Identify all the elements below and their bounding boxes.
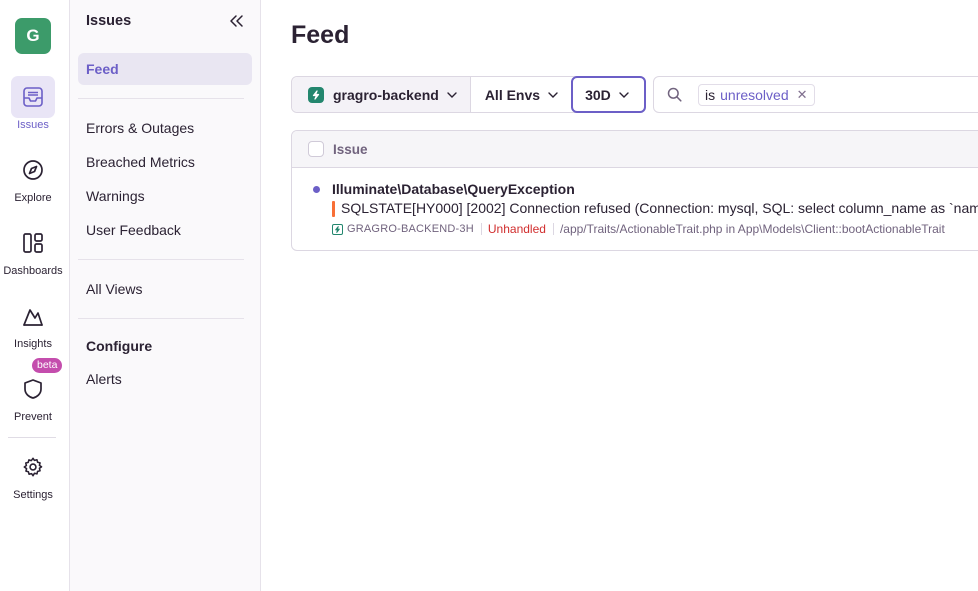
- rail-item-settings[interactable]: Settings: [0, 446, 66, 501]
- search-token[interactable]: is unresolved ✕: [698, 83, 815, 106]
- page-title: Feed: [291, 21, 350, 49]
- unhandled-badge: Unhandled: [487, 222, 546, 236]
- search-token-value[interactable]: unresolved: [720, 87, 789, 103]
- issue-culprit: /app/Traits/ActionableTrait.php in App\M…: [559, 222, 945, 236]
- issues-list-header: Issue: [292, 131, 978, 168]
- issues-sidebar: Issues Feed Errors & Outages Breached Me…: [70, 0, 261, 591]
- gear-icon: [11, 446, 55, 488]
- issue-level-indicator: [332, 201, 335, 217]
- date-range-selector[interactable]: 30D: [571, 76, 646, 113]
- project-selector[interactable]: gragro-backend: [292, 77, 471, 112]
- dashboard-icon: [11, 222, 55, 264]
- rail-item-explore[interactable]: Explore: [0, 149, 66, 204]
- rail-label-settings: Settings: [13, 489, 53, 501]
- environment-selector[interactable]: All Envs: [471, 77, 571, 112]
- rail-item-issues[interactable]: Issues: [0, 76, 66, 131]
- collapse-sidebar-button[interactable]: [228, 13, 246, 31]
- meta-divider: [480, 223, 482, 235]
- sidebar-item-warnings[interactable]: Warnings: [78, 180, 252, 212]
- issues-column-header: Issue: [333, 141, 368, 157]
- filter-group: gragro-backend All Envs 30D: [291, 76, 646, 113]
- rail-label-explore: Explore: [14, 192, 52, 204]
- issue-message: SQLSTATE[HY000] [2002] Connection refuse…: [341, 200, 978, 216]
- issue-search-input[interactable]: is unresolved ✕: [653, 76, 978, 113]
- project-platform-icon: [332, 223, 343, 235]
- sidebar-title: Issues: [86, 13, 132, 29]
- environment-label: All Envs: [484, 86, 541, 103]
- sidebar-item-all-views[interactable]: All Views: [78, 273, 252, 305]
- sidebar-heading-configure: Configure: [86, 338, 153, 354]
- remove-token-icon[interactable]: ✕: [797, 87, 808, 103]
- rail-label-prevent: Prevent: [14, 411, 52, 423]
- sidebar-item-alerts[interactable]: Alerts: [78, 363, 252, 395]
- search-icon: [667, 87, 682, 102]
- sidebar-divider: [78, 259, 244, 260]
- compass-icon: [11, 149, 55, 191]
- sidebar-item-user-feedback[interactable]: User Feedback: [78, 214, 252, 246]
- project-name: gragro-backend: [333, 86, 439, 103]
- rail-item-dashboards[interactable]: Dashboards: [0, 222, 66, 277]
- select-all-checkbox[interactable]: [308, 141, 324, 157]
- issue-short-id[interactable]: GRAGRO-BACKEND-3H: [347, 223, 474, 235]
- chevron-down-icon: [548, 91, 558, 98]
- double-chevron-left-icon: [230, 15, 243, 27]
- sidebar-item-breached-metrics[interactable]: Breached Metrics: [78, 146, 252, 178]
- sidebar-item-feed[interactable]: Feed: [78, 53, 252, 85]
- shield-icon: [11, 368, 55, 410]
- rail-label-insights: Insights: [14, 338, 52, 350]
- chevron-down-icon: [619, 91, 629, 98]
- project-platform-icon: [308, 86, 324, 103]
- page-filter-bar: gragro-backend All Envs 30D: [291, 76, 646, 113]
- rail-label-dashboards: Dashboards: [3, 265, 63, 277]
- chevron-down-icon: [447, 91, 457, 98]
- rail-item-insights[interactable]: Insights: [0, 295, 66, 350]
- beta-badge: beta: [32, 358, 63, 373]
- rail-item-prevent[interactable]: beta Prevent: [0, 358, 66, 423]
- sidebar-divider: [78, 318, 244, 319]
- inbox-icon: [11, 76, 55, 118]
- unread-indicator: [313, 186, 320, 193]
- meta-divider: [552, 223, 554, 235]
- chart-icon: [11, 295, 55, 337]
- issue-meta: GRAGRO-BACKEND-3H Unhandled /app/Traits/…: [332, 222, 945, 236]
- search-token-key: is: [705, 86, 716, 103]
- rail-label-issues: Issues: [17, 119, 49, 131]
- rail-divider: [8, 437, 56, 438]
- date-range-label: 30D: [585, 86, 611, 103]
- sidebar-item-errors-outages[interactable]: Errors & Outages: [78, 112, 252, 144]
- sidebar-divider: [78, 98, 244, 99]
- issue-title[interactable]: Illuminate\Database\QueryException: [332, 181, 575, 197]
- org-avatar[interactable]: G: [15, 18, 51, 54]
- primary-nav-rail: G Issues Explore Dashboards Insights bet…: [0, 0, 70, 591]
